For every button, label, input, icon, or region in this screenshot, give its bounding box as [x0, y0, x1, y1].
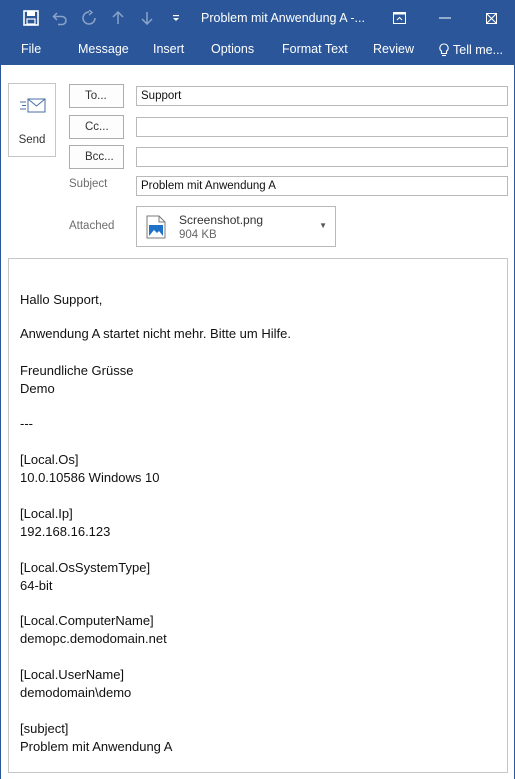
- send-button[interactable]: Send: [8, 83, 56, 157]
- to-button[interactable]: To...: [69, 84, 124, 108]
- to-field[interactable]: Support: [136, 86, 508, 106]
- chevron-down-icon[interactable]: ▼: [319, 221, 327, 230]
- cc-field[interactable]: [136, 117, 508, 137]
- tab-insert[interactable]: Insert: [153, 35, 184, 65]
- subject-label: Subject: [69, 178, 108, 190]
- bcc-field[interactable]: [136, 147, 508, 167]
- body-line: Freundliche Grüsse: [20, 363, 134, 378]
- attachment-size: 904 KB: [179, 229, 217, 241]
- attachment-name: Screenshot.png: [179, 213, 264, 227]
- send-label: Send: [18, 134, 46, 146]
- body-line: demodomain\demo: [20, 685, 132, 700]
- body-line: [Local.Ip]: [20, 506, 73, 521]
- close-icon[interactable]: [468, 1, 514, 35]
- body-line: ---: [20, 416, 33, 431]
- redo-icon[interactable]: [74, 1, 104, 35]
- tab-review[interactable]: Review: [373, 35, 414, 65]
- tab-options[interactable]: Options: [211, 35, 254, 65]
- minimize-icon[interactable]: [422, 1, 468, 35]
- message-body-editor[interactable]: Hallo Support, Anwendung A startet nicht…: [8, 258, 508, 773]
- body-line: [Local.UserName]: [20, 667, 125, 682]
- attached-label: Attached: [69, 220, 115, 232]
- ribbon-tabs: File Message Insert Options Format Text …: [1, 35, 514, 65]
- title-bar: Problem mit Anwendung A -...: [1, 1, 514, 35]
- body-line: 192.168.16.123: [20, 524, 111, 539]
- lightbulb-icon: [439, 43, 449, 57]
- tab-format-text[interactable]: Format Text: [282, 35, 348, 65]
- body-line: Demo: [20, 381, 55, 396]
- up-icon[interactable]: [103, 1, 133, 35]
- bcc-button[interactable]: Bcc...: [69, 145, 124, 169]
- outlook-compose-window: Problem mit Anwendung A -... File Messag…: [0, 0, 515, 779]
- send-icon: [20, 98, 46, 113]
- body-line: [Local.ComputerName]: [20, 613, 154, 628]
- body-line: [subject]: [20, 721, 69, 736]
- tab-file[interactable]: File: [21, 35, 41, 65]
- body-line: 10.0.10586 Windows 10: [20, 470, 160, 485]
- body-line: [Local.Os]: [20, 452, 79, 467]
- window-title: Problem mit Anwendung A -...: [201, 11, 365, 25]
- cc-button[interactable]: Cc...: [69, 115, 124, 139]
- tell-me-box[interactable]: Tell me...: [439, 35, 503, 65]
- subject-field[interactable]: Problem mit Anwendung A: [136, 176, 508, 196]
- compose-area: Send To... Support Cc... Bcc... Subject …: [1, 65, 514, 779]
- body-line: demopc.demodomain.net: [20, 631, 167, 646]
- ribbon-display-icon[interactable]: [376, 1, 422, 35]
- body-line: Anwendung A startet nicht mehr. Bitte um…: [20, 326, 291, 341]
- undo-icon[interactable]: [45, 1, 75, 35]
- tell-me-label: Tell me...: [453, 43, 504, 57]
- save-icon[interactable]: [16, 1, 46, 35]
- tab-message[interactable]: Message: [78, 35, 129, 65]
- body-line: 64-bit: [20, 578, 53, 593]
- body-line: Hallo Support,: [20, 292, 103, 307]
- attachment-item[interactable]: Screenshot.png 904 KB ▼: [136, 206, 336, 247]
- image-file-icon: [146, 215, 166, 239]
- body-line: [Local.OsSystemType]: [20, 560, 151, 575]
- customize-icon[interactable]: [161, 1, 191, 35]
- body-line: Problem mit Anwendung A: [20, 739, 173, 754]
- down-icon[interactable]: [132, 1, 162, 35]
